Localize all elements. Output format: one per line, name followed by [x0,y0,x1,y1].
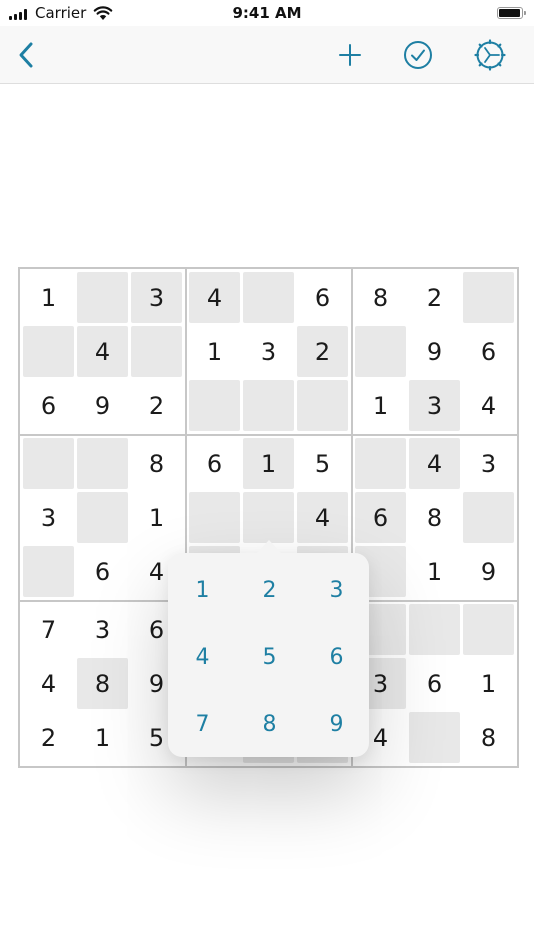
navigation-toolbar [0,26,534,84]
sudoku-cell[interactable]: 1 [77,712,128,763]
sudoku-cell[interactable]: 1 [131,492,182,543]
sudoku-cell[interactable] [355,438,406,489]
sudoku-cell[interactable]: 1 [189,326,240,377]
sudoku-cell[interactable] [463,272,514,323]
sudoku-cell[interactable]: 8 [355,272,406,323]
sudoku-cell[interactable] [131,326,182,377]
sudoku-cell[interactable]: 4 [77,326,128,377]
sudoku-cell[interactable]: 6 [463,326,514,377]
sudoku-cell[interactable]: 1 [409,546,460,597]
sudoku-cell[interactable] [463,492,514,543]
picker-number-2[interactable]: 2 [236,557,303,624]
sudoku-cell[interactable] [77,272,128,323]
chevron-left-icon [19,42,33,67]
sudoku-cell[interactable]: 9 [409,326,460,377]
sudoku-cell[interactable]: 2 [131,380,182,431]
sudoku-cell[interactable] [355,326,406,377]
sudoku-cell[interactable] [297,380,348,431]
sudoku-cell[interactable]: 8 [131,438,182,489]
sudoku-cell[interactable]: 2 [297,326,348,377]
sudoku-cell[interactable]: 1 [243,438,294,489]
sudoku-cell[interactable]: 6 [77,546,128,597]
picker-arrow [257,540,281,553]
sudoku-cell[interactable]: 6 [409,658,460,709]
status-bar: Carrier 9:41 AM [0,0,534,26]
sudoku-cell[interactable]: 9 [77,380,128,431]
sudoku-cell[interactable]: 8 [77,658,128,709]
sudoku-cell[interactable]: 3 [77,604,128,655]
picker-number-9[interactable]: 9 [303,691,370,758]
picker-number-3[interactable]: 3 [303,557,370,624]
sudoku-cell[interactable]: 6 [355,492,406,543]
picker-number-4[interactable]: 4 [169,624,236,691]
plus-icon [339,43,361,66]
battery-icon [497,7,526,19]
sudoku-cell[interactable] [23,326,74,377]
sudoku-cell[interactable]: 1 [355,380,406,431]
picker-number-1[interactable]: 1 [169,557,236,624]
sudoku-cell[interactable]: 8 [409,492,460,543]
sudoku-cell[interactable] [23,546,74,597]
back-button[interactable] [8,26,44,83]
sudoku-cell[interactable]: 2 [409,272,460,323]
sudoku-cell[interactable]: 6 [297,272,348,323]
sudoku-cell[interactable]: 9 [463,546,514,597]
picker-number-7[interactable]: 7 [169,691,236,758]
sudoku-cell[interactable]: 4 [463,380,514,431]
check-button[interactable] [399,26,437,83]
sudoku-cell[interactable]: 8 [463,712,514,763]
clock: 9:41 AM [232,4,302,22]
sudoku-cell[interactable] [189,380,240,431]
sudoku-cell[interactable]: 6 [189,438,240,489]
sudoku-cell[interactable]: 4 [189,272,240,323]
sudoku-cell[interactable] [463,604,514,655]
sudoku-cell[interactable]: 4 [23,658,74,709]
sudoku-cell[interactable] [23,438,74,489]
sudoku-cell[interactable]: 2 [23,712,74,763]
sudoku-cell[interactable]: 3 [243,326,294,377]
sudoku-cell[interactable] [243,272,294,323]
sudoku-cell[interactable] [409,712,460,763]
box-divider [20,434,517,436]
sudoku-cell[interactable]: 1 [463,658,514,709]
sudoku-cell[interactable] [189,492,240,543]
sudoku-cell[interactable] [409,604,460,655]
picker-number-8[interactable]: 8 [236,691,303,758]
picker-number-5[interactable]: 5 [236,624,303,691]
sudoku-cell[interactable] [77,492,128,543]
settings-button[interactable] [470,26,510,83]
number-picker: 123456789 [168,553,369,757]
picker-number-6[interactable]: 6 [303,624,370,691]
sudoku-cell[interactable]: 4 [297,492,348,543]
sudoku-cell[interactable]: 6 [23,380,74,431]
sudoku-cell[interactable] [243,492,294,543]
sudoku-cell[interactable]: 3 [131,272,182,323]
sudoku-cell[interactable] [243,380,294,431]
sudoku-cell[interactable] [77,438,128,489]
sudoku-cell[interactable]: 3 [23,492,74,543]
gear-icon [474,38,506,71]
sudoku-cell[interactable]: 4 [409,438,460,489]
sudoku-cell[interactable]: 5 [297,438,348,489]
sudoku-cell[interactable]: 1 [23,272,74,323]
add-button[interactable] [331,26,369,83]
sudoku-cell[interactable]: 3 [463,438,514,489]
checkmark-circle-icon [404,40,432,69]
sudoku-cell[interactable]: 3 [409,380,460,431]
sudoku-cell[interactable]: 7 [23,604,74,655]
